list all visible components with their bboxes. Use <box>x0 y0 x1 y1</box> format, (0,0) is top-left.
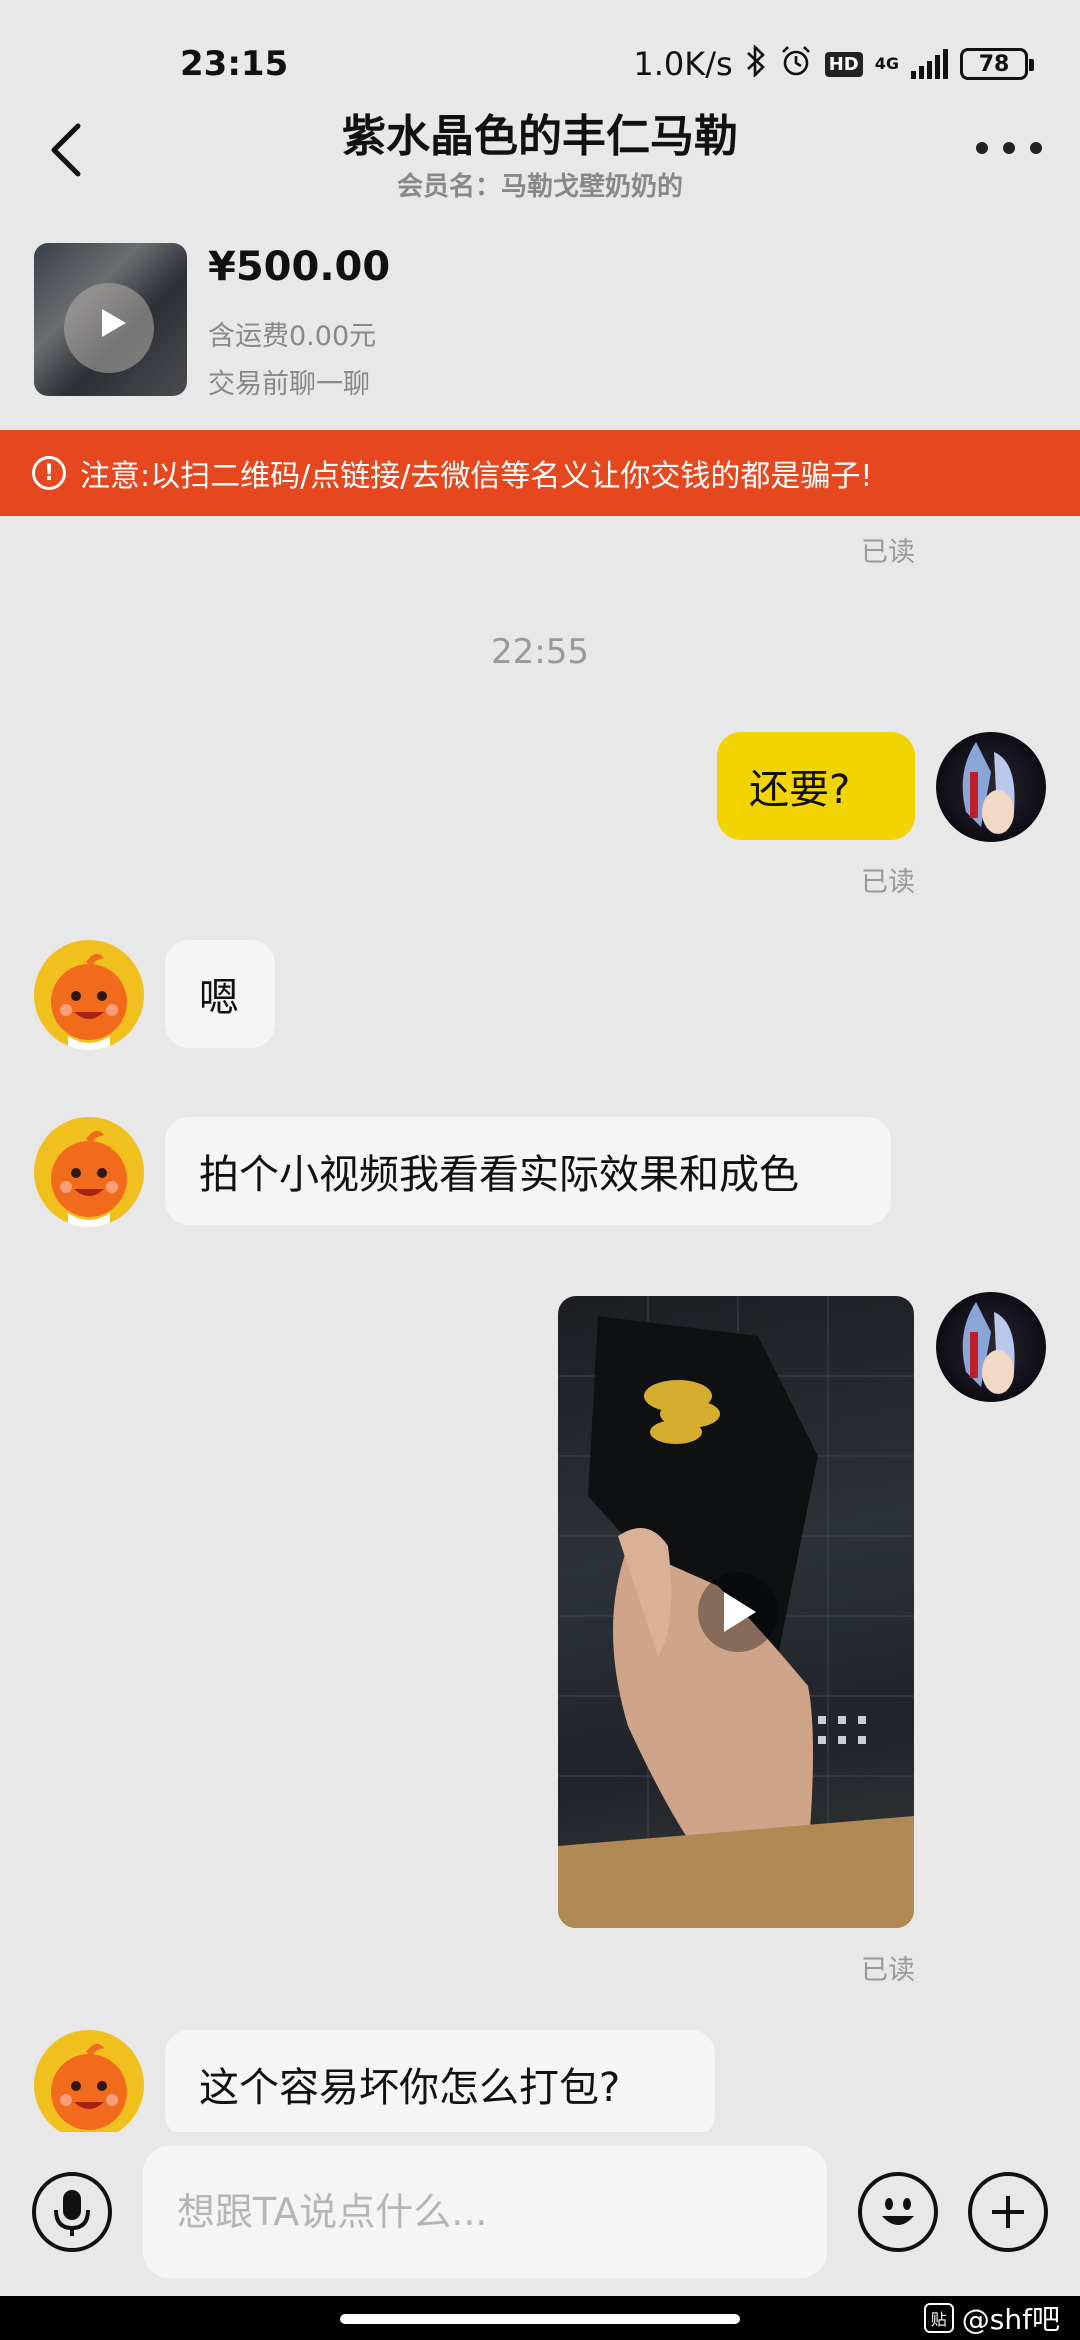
plus-icon <box>992 2196 1024 2228</box>
message-bubble-sent[interactable]: 还要? <box>717 732 915 840</box>
microphone-icon <box>54 2190 90 2236</box>
mascot-avatar-icon <box>51 1130 127 1227</box>
more-actions-button[interactable] <box>968 2172 1048 2252</box>
trade-status: 交易前聊一聊 <box>208 369 370 400</box>
my-avatar[interactable] <box>936 732 1046 842</box>
scam-warning-banner: ! 注意:以扫二维码/点链接/去微信等名义让你交钱的都是骗子! <box>0 430 1080 516</box>
message-bubble-received[interactable]: 这个容易坏你怎么打包? <box>165 2030 715 2132</box>
network-speed: 1.0K/s <box>633 45 733 83</box>
dot <box>1003 142 1015 154</box>
video-thumbnail <box>558 1296 914 1928</box>
chat-title: 紫水晶色的丰仁马勒 <box>342 111 738 162</box>
more-options-button[interactable] <box>976 128 1042 168</box>
watermark-text: @shf吧 <box>961 2303 1060 2336</box>
status-indicators: 1.0K/s HD 4G 78 <box>633 43 1034 85</box>
home-indicator[interactable] <box>340 2314 740 2324</box>
play-icon <box>102 309 126 337</box>
message-bubble-received[interactable]: 拍个小视频我看看实际效果和成色 <box>165 1117 891 1225</box>
message-text: 拍个小视频我看看实际效果和成色 <box>199 1152 799 1198</box>
watermark: 贴 @shf吧 <box>923 2298 1060 2338</box>
shipping-fee: 含运费0.00元 <box>208 321 377 352</box>
message-text: 嗯 <box>199 975 239 1021</box>
seller-avatar[interactable] <box>34 2030 144 2132</box>
video-message[interactable] <box>558 1296 914 1928</box>
message-bubble-received[interactable]: 嗯 <box>165 940 275 1048</box>
mascot-avatar-icon <box>51 2043 127 2130</box>
network-type: 4G <box>874 54 899 73</box>
my-avatar[interactable] <box>936 1292 1046 1402</box>
status-time: 23:15 <box>180 44 289 84</box>
anime-figure-avatar-icon <box>962 742 1015 834</box>
seller-avatar[interactable] <box>34 1117 144 1227</box>
read-receipt: 已读 <box>861 867 915 898</box>
battery-level: 78 <box>978 51 1010 77</box>
voice-input-button[interactable] <box>32 2172 112 2252</box>
battery-icon: 78 <box>960 48 1034 80</box>
dot <box>1030 142 1042 154</box>
tieba-logo-icon: 贴 <box>923 2303 954 2333</box>
bluetooth-icon <box>745 43 767 84</box>
message-text: 还要? <box>749 767 851 813</box>
message-input[interactable] <box>143 2146 827 2278</box>
alarm-icon <box>779 44 813 85</box>
emoji-button[interactable] <box>858 2172 938 2252</box>
message-row-clipped: 这个容易坏你怎么打包? <box>0 2020 1080 2132</box>
signal-icon <box>911 49 948 79</box>
message-text: 这个容易坏你怎么打包? <box>199 2065 621 2111</box>
warning-text: 注意:以扫二维码/点链接/去微信等名义让你交钱的都是骗子! <box>80 459 873 494</box>
read-receipt: 已读 <box>861 537 915 568</box>
member-name: 会员名：马勒戈壁奶奶的 <box>396 172 683 202</box>
mascot-avatar-icon <box>51 953 127 1050</box>
smiley-icon <box>882 2198 914 2225</box>
product-price: ¥500.00 <box>208 244 391 290</box>
anime-figure-avatar-icon <box>962 1302 1015 1394</box>
time-separator: 22:55 <box>491 632 589 672</box>
product-thumbnail[interactable] <box>34 243 187 396</box>
warning-icon: ! <box>32 456 66 490</box>
read-receipt: 已读 <box>861 1955 915 1986</box>
seller-avatar[interactable] <box>34 940 144 1050</box>
dot <box>976 142 988 154</box>
hd-badge: HD <box>824 51 863 77</box>
